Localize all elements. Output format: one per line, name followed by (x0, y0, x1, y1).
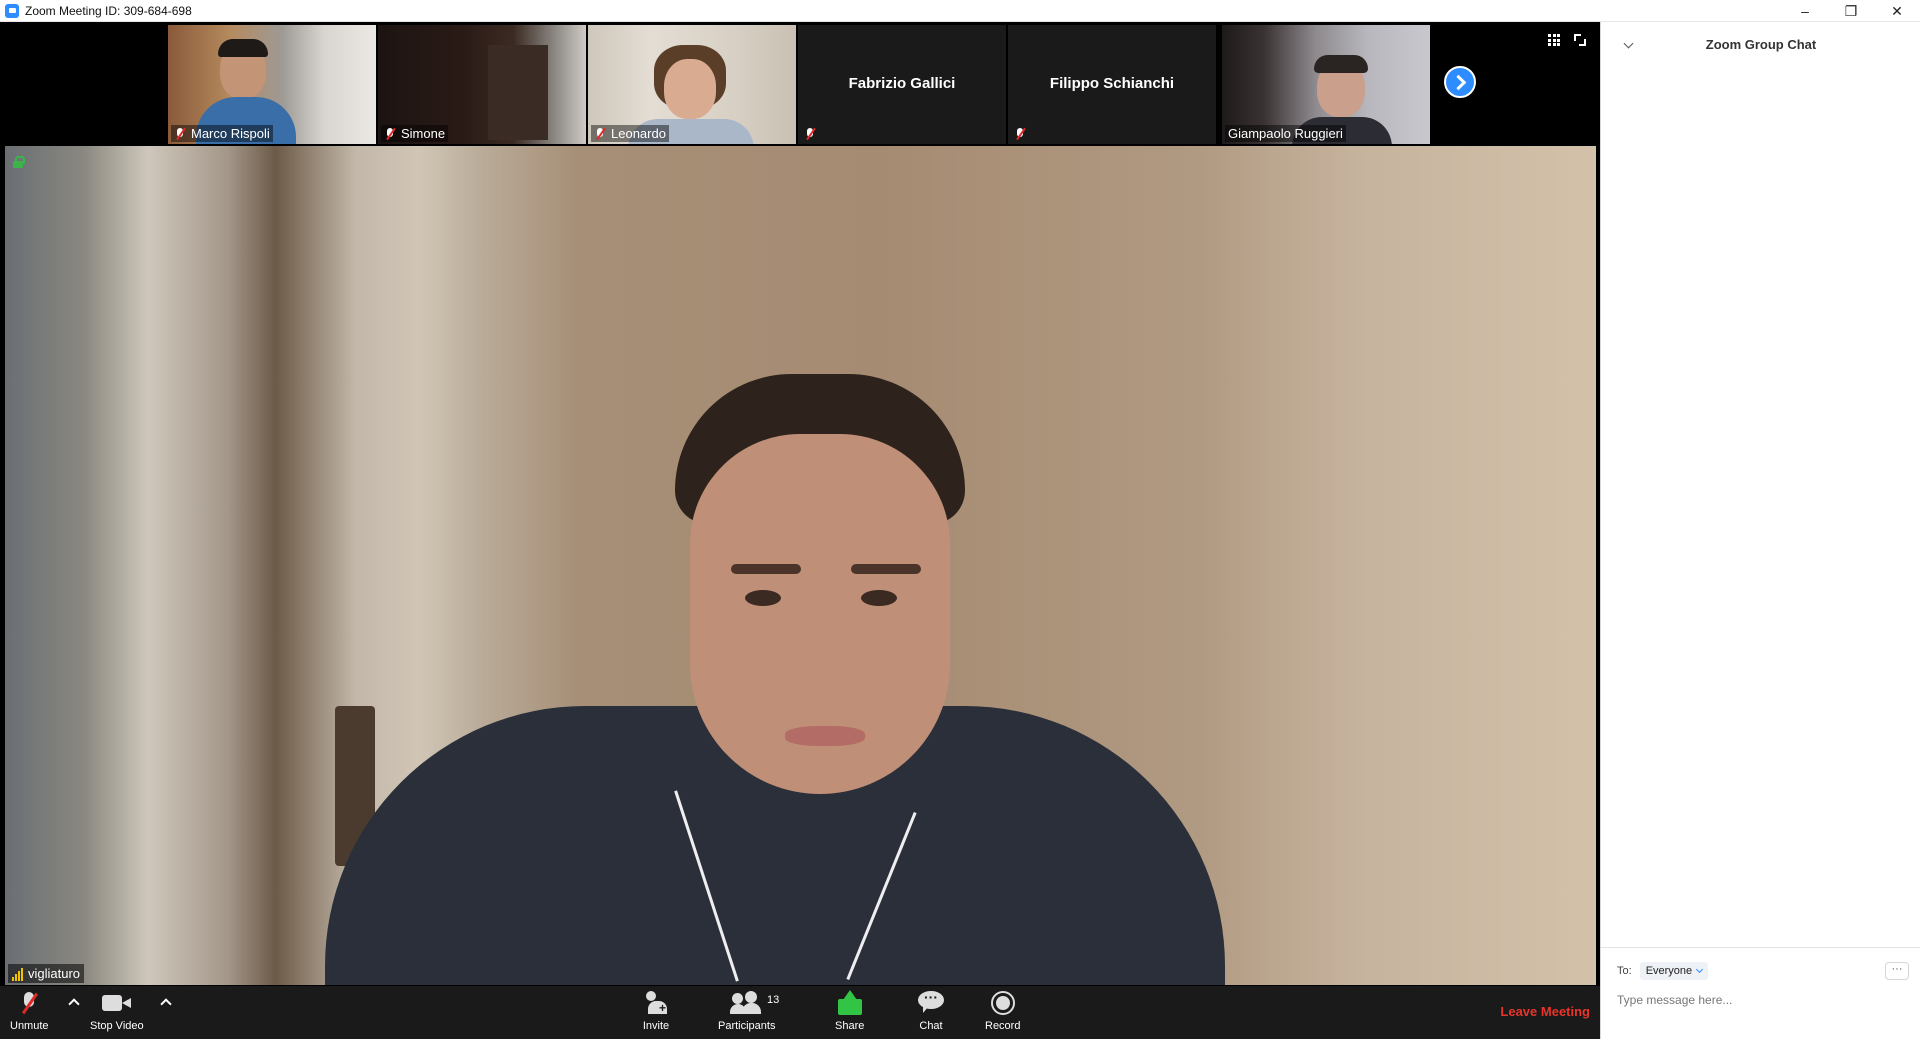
record-icon (990, 991, 1015, 1015)
leave-meeting-button[interactable]: Leave Meeting (1500, 1004, 1590, 1019)
record-button[interactable]: Record (985, 990, 1020, 1032)
participant-tile[interactable]: Filippo Schianchi (1008, 25, 1216, 144)
window-controls: – ❐ ✕ (1782, 0, 1920, 22)
chat-footer: To: Everyone ··· (1601, 947, 1920, 1039)
chevron-right-circle-icon[interactable] (1444, 66, 1476, 98)
add-person-icon (642, 991, 670, 1015)
video-options-chevron-icon[interactable] (160, 998, 172, 1010)
audio-options-chevron-icon[interactable] (68, 998, 80, 1010)
signal-bars-icon (12, 967, 23, 981)
stop-video-button[interactable]: Stop Video (90, 990, 144, 1032)
chat-title: Zoom Group Chat (1705, 36, 1817, 52)
participant-name: Fabrizio Gallici (848, 75, 956, 92)
mic-muted-icon (1014, 127, 1026, 141)
minimize-button[interactable]: – (1782, 0, 1828, 22)
share-button[interactable]: Share (835, 990, 864, 1032)
chat-bubble-icon (917, 991, 945, 1015)
mic-muted-icon (20, 991, 38, 1015)
participant-name: Giampaolo Ruggieri (1228, 126, 1343, 141)
mic-muted-icon (804, 127, 816, 141)
gallery-view-icon[interactable] (1548, 34, 1560, 46)
participant-name: Filippo Schianchi (1049, 75, 1175, 92)
participant-tile[interactable]: Giampaolo Ruggieri (1222, 25, 1430, 144)
restore-button[interactable]: ❐ (1828, 0, 1874, 22)
active-speaker-video: vigliaturo (5, 146, 1596, 985)
participant-tile[interactable]: Simone (378, 25, 586, 144)
mic-muted-icon (384, 127, 396, 141)
unmute-button[interactable]: Unmute (10, 990, 49, 1032)
participants-count: 13 (767, 994, 780, 1006)
zoom-app-icon (5, 3, 19, 18)
more-options-button[interactable]: ··· (1885, 962, 1909, 980)
participant-name: Marco Rispoli (191, 126, 270, 141)
share-screen-icon (836, 990, 864, 1016)
participant-tile[interactable]: Fabrizio Gallici (798, 25, 1006, 144)
window-titlebar: Zoom Meeting ID: 309-684-698 – ❐ ✕ (0, 0, 1920, 22)
chevron-down-icon (1696, 965, 1704, 974)
group-chat-panel: Zoom Group Chat To: Everyone ··· (1600, 22, 1920, 1039)
to-label: To: (1617, 965, 1632, 977)
participant-tile[interactable]: Leonardo (588, 25, 796, 144)
video-camera-icon (101, 993, 132, 1013)
window-title: Zoom Meeting ID: 309-684-698 (25, 3, 192, 18)
recipient-dropdown[interactable]: Everyone (1639, 962, 1709, 980)
speaker-person (645, 374, 1005, 874)
active-speaker-name: vigliaturo (28, 966, 81, 981)
participant-name: Simone (401, 126, 446, 141)
chat-header: Zoom Group Chat (1601, 22, 1920, 66)
participants-icon (729, 991, 764, 1015)
close-button[interactable]: ✕ (1874, 0, 1920, 22)
participant-tile[interactable]: Marco Rispoli (168, 25, 376, 144)
meeting-area: Marco Rispoli Simone Leonardo Fabrizio G… (0, 22, 1600, 1039)
fullscreen-icon[interactable] (1574, 34, 1586, 46)
meeting-toolbar: Unmute Stop Video Invite Participants 13… (0, 986, 1600, 1039)
lock-icon[interactable] (13, 156, 25, 168)
mic-muted-icon (594, 127, 606, 141)
invite-button[interactable]: Invite (642, 990, 670, 1032)
gallery-strip: Marco Rispoli Simone Leonardo Fabrizio G… (0, 22, 1600, 146)
chat-button[interactable]: Chat (917, 990, 945, 1032)
chat-messages (1601, 66, 1920, 946)
chat-message-input[interactable] (1617, 990, 1907, 1010)
mic-muted-icon (174, 127, 186, 141)
participant-name: Leonardo (611, 126, 666, 141)
